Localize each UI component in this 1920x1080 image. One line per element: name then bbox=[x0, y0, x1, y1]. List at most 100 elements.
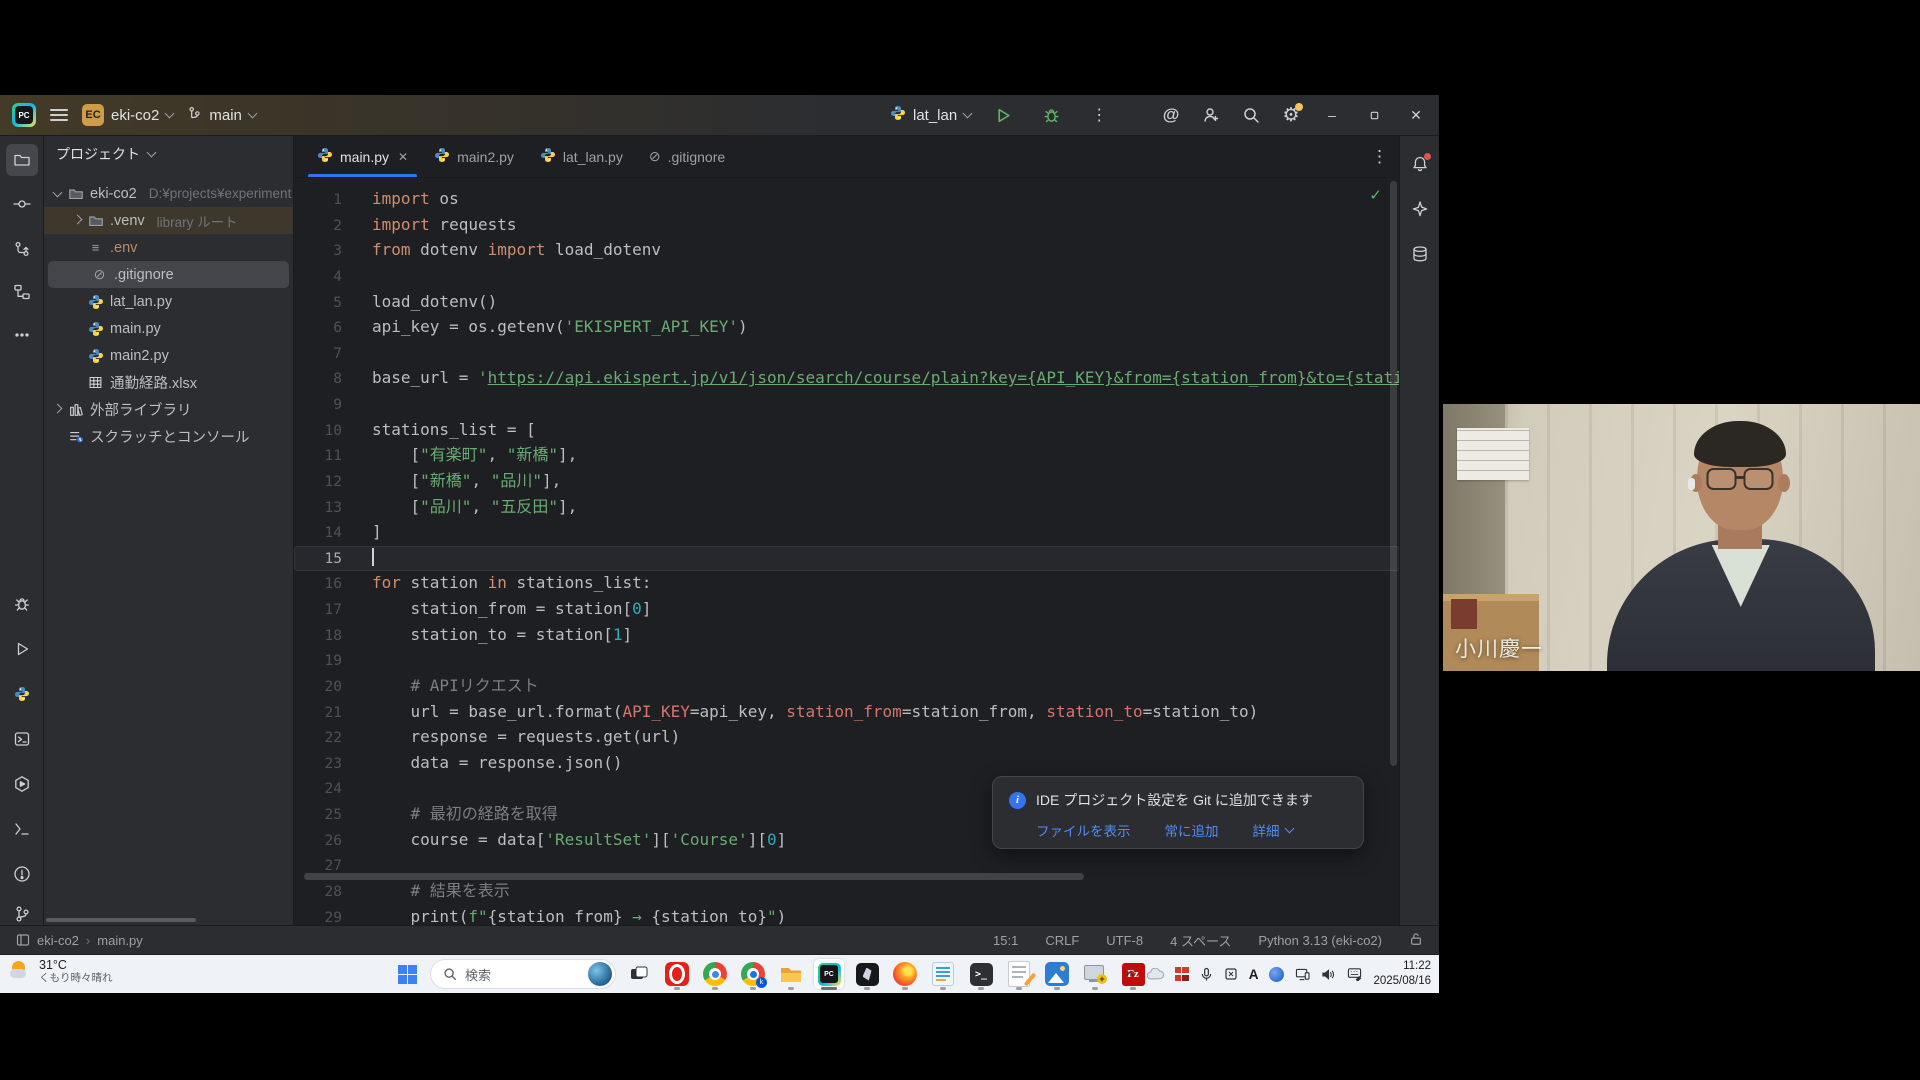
tree-item-lat_lan.py[interactable]: lat_lan.py bbox=[44, 288, 293, 315]
code-line[interactable]: 5load_dotenv() bbox=[294, 290, 1400, 316]
code-line[interactable]: 14] bbox=[294, 520, 1400, 546]
code-line[interactable]: 15 bbox=[294, 546, 1400, 572]
status-item[interactable]: 4 スペース bbox=[1170, 931, 1231, 950]
taskbar-app-remote-desktop[interactable]: + bbox=[1080, 959, 1110, 989]
editor-hscrollbar[interactable] bbox=[304, 873, 1084, 880]
tray-snipping-icon[interactable] bbox=[1224, 967, 1238, 981]
weather-widget[interactable]: 31°C くもり時々晴れ bbox=[10, 958, 113, 984]
code-line[interactable]: 17 station_from = station[0] bbox=[294, 597, 1400, 623]
search-daily-image[interactable] bbox=[588, 962, 612, 986]
code-line[interactable]: 16for station in stations_list: bbox=[294, 571, 1400, 597]
tray-microphone-icon[interactable] bbox=[1200, 967, 1213, 982]
ai-assistant-icon[interactable]: @ bbox=[1155, 100, 1187, 130]
code-line[interactable]: 10stations_list = [ bbox=[294, 418, 1400, 444]
taskbar-app-explorer[interactable] bbox=[776, 959, 806, 989]
run-icon[interactable] bbox=[6, 633, 38, 665]
problems-icon[interactable] bbox=[6, 858, 38, 890]
search-everywhere-icon[interactable] bbox=[1235, 100, 1267, 130]
status-item[interactable]: 15:1 bbox=[993, 933, 1018, 948]
taskbar-app-terminal[interactable]: >_ bbox=[966, 959, 996, 989]
tray-ime-a-icon[interactable]: A bbox=[1249, 967, 1259, 982]
status-item[interactable]: Python 3.13 (eki-co2) bbox=[1258, 933, 1382, 948]
code-line[interactable]: 7 bbox=[294, 341, 1400, 367]
project-folder-icon[interactable] bbox=[6, 144, 38, 176]
notification-details-link[interactable]: 詳細 bbox=[1253, 820, 1293, 840]
code-line[interactable]: 28 # 結果を表示 bbox=[294, 879, 1400, 905]
code-line[interactable]: 18 station_to = station[1] bbox=[294, 623, 1400, 649]
code-line[interactable]: 6api_key = os.getenv('EKISPERT_API_KEY') bbox=[294, 315, 1400, 341]
tab-.gitignore[interactable]: ⊘.gitignore bbox=[636, 136, 738, 177]
code-line[interactable]: 1import os bbox=[294, 187, 1400, 213]
run-button[interactable] bbox=[987, 100, 1019, 130]
code-with-me-icon[interactable] bbox=[1195, 100, 1227, 130]
inspections-ok-check-icon[interactable]: ✓ bbox=[1369, 186, 1382, 204]
vcs-branch-widget[interactable]: main bbox=[187, 106, 256, 125]
start-button[interactable] bbox=[392, 959, 422, 989]
more-icon[interactable] bbox=[6, 319, 38, 351]
taskbar-app-firefox[interactable] bbox=[890, 959, 920, 989]
window-maximize-button[interactable] bbox=[1357, 100, 1391, 130]
python-console-icon[interactable] bbox=[6, 723, 38, 755]
taskbar-app-pycharm[interactable]: PC bbox=[814, 959, 844, 989]
structure-icon[interactable] bbox=[6, 276, 38, 308]
commit-icon[interactable] bbox=[6, 188, 38, 220]
debug-button[interactable] bbox=[1035, 100, 1067, 130]
code-line[interactable]: 12 ["新橋", "品川"], bbox=[294, 469, 1400, 495]
code-line[interactable]: 3from dotenv import load_dotenv bbox=[294, 238, 1400, 264]
tree-item-外部ライブラリ[interactable]: 外部ライブラリ bbox=[44, 396, 293, 423]
code-line[interactable]: 8base_url = 'https://api.ekispert.jp/v1/… bbox=[294, 366, 1400, 392]
terminal-icon[interactable] bbox=[6, 813, 38, 845]
code-line[interactable]: 22 response = requests.get(url) bbox=[294, 725, 1400, 751]
tree-item-スクラッチとコンソール[interactable]: スクラッチとコンソール bbox=[44, 423, 293, 450]
status-item[interactable]: UTF-8 bbox=[1106, 933, 1143, 948]
tab-main.py[interactable]: main.py✕ bbox=[304, 136, 421, 177]
tree-item-eki-co2[interactable]: eki-co2D:¥projects¥experiment bbox=[44, 180, 293, 207]
breadcrumb[interactable]: eki-co2 › main.py bbox=[16, 933, 143, 948]
taskbar-app-notepad-plus[interactable] bbox=[928, 959, 958, 989]
tray-security-app-icon[interactable] bbox=[1175, 967, 1189, 981]
code-line[interactable]: 4 bbox=[294, 264, 1400, 290]
taskbar-app-opera[interactable] bbox=[662, 959, 692, 989]
tray-language-bar-icon[interactable] bbox=[1347, 967, 1362, 981]
code-line[interactable]: 23 data = response.json() bbox=[294, 751, 1400, 777]
services-icon[interactable] bbox=[6, 768, 38, 800]
project-panel-hscrollbar[interactable] bbox=[46, 918, 196, 922]
tray-ime-sphere-icon[interactable] bbox=[1269, 967, 1284, 982]
taskbar-app-obsidian[interactable] bbox=[852, 959, 882, 989]
tab-lat_lan.py[interactable]: lat_lan.py bbox=[527, 136, 636, 177]
unlocked-padlock-icon[interactable] bbox=[1409, 932, 1423, 949]
database-icon[interactable] bbox=[1404, 238, 1436, 270]
tray-display-cast-icon[interactable] bbox=[1295, 968, 1310, 981]
debug-icon[interactable] bbox=[6, 588, 38, 620]
code-line[interactable]: 19 bbox=[294, 648, 1400, 674]
taskbar-app-photos[interactable] bbox=[1042, 959, 1072, 989]
pull-requests-icon[interactable] bbox=[6, 233, 38, 265]
main-menu-hamburger-icon[interactable] bbox=[50, 109, 68, 121]
taskbar-search-input[interactable]: 検索 bbox=[430, 959, 616, 989]
taskbar-app-chrome[interactable] bbox=[700, 959, 730, 989]
tree-item-.venv[interactable]: .venvlibrary ルート bbox=[44, 207, 293, 234]
window-close-button[interactable]: ✕ bbox=[1399, 100, 1433, 130]
tree-item-main2.py[interactable]: main2.py bbox=[44, 342, 293, 369]
ai-assistant-icon[interactable] bbox=[1404, 193, 1436, 225]
code-line[interactable]: 13 ["品川", "五反田"], bbox=[294, 495, 1400, 521]
taskbar-app-task-view[interactable] bbox=[624, 959, 654, 989]
window-minimize-button[interactable]: – bbox=[1315, 100, 1349, 130]
status-item[interactable]: CRLF bbox=[1045, 933, 1079, 948]
code-line[interactable]: 2import requests bbox=[294, 213, 1400, 239]
editor-vscrollbar[interactable] bbox=[1390, 181, 1397, 766]
run-configuration-selector[interactable]: lat_lan bbox=[890, 105, 971, 125]
project-widget[interactable]: EC eki-co2 bbox=[82, 104, 173, 126]
notification-always-add-link[interactable]: 常に追加 bbox=[1165, 820, 1219, 840]
taskbar-app-chrome-profile[interactable]: k bbox=[738, 959, 768, 989]
tray-volume-icon[interactable] bbox=[1321, 968, 1336, 981]
taskbar-clock[interactable]: 11:22 2025/08/16 bbox=[1373, 959, 1431, 989]
tree-item-.gitignore[interactable]: ⊘.gitignore bbox=[48, 261, 289, 288]
python-packages-icon[interactable] bbox=[6, 678, 38, 710]
tray-tray-chevron-icon[interactable] bbox=[1124, 968, 1136, 980]
tree-item-通勤経路.xlsx[interactable]: 通勤経路.xlsx bbox=[44, 369, 293, 396]
tab-options-kebab-icon[interactable]: ⋮ bbox=[1371, 136, 1388, 178]
tree-item-.env[interactable]: ≡.env bbox=[44, 234, 293, 261]
settings-gear-icon[interactable]: ⚙ bbox=[1275, 100, 1307, 130]
tab-close-icon[interactable]: ✕ bbox=[398, 150, 408, 164]
